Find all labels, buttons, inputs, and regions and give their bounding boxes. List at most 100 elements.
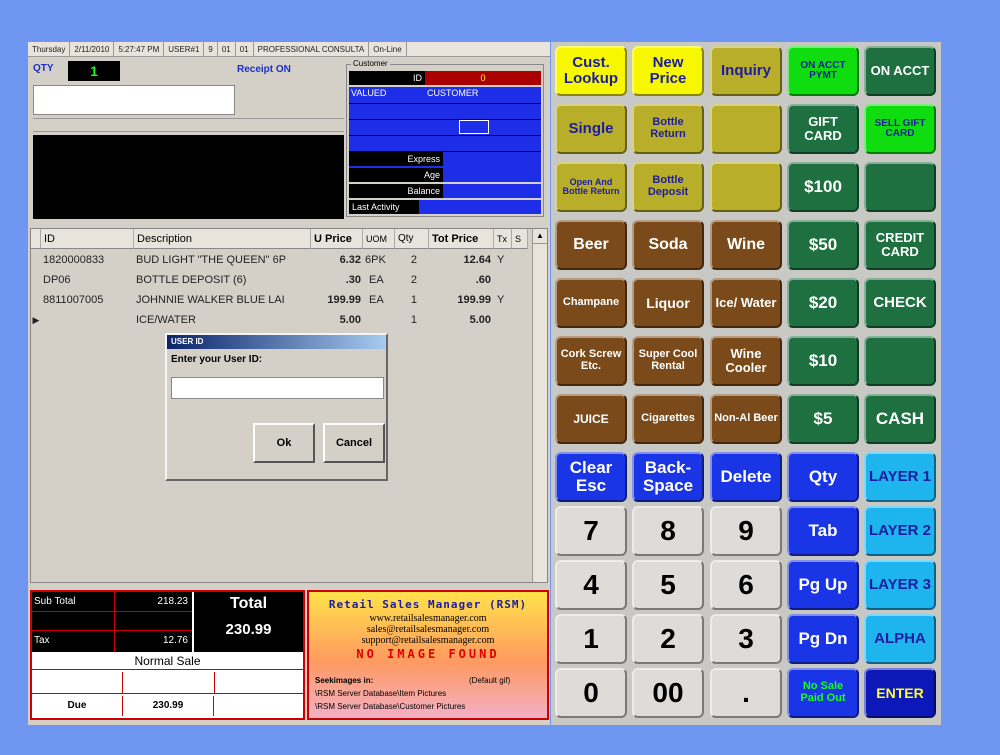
balance-value [443, 184, 541, 198]
cash-button[interactable]: CASH [864, 394, 936, 444]
layer-3-button[interactable]: LAYER 3 [864, 560, 936, 610]
table-cell-id: DP06 [43, 274, 71, 286]
new-price-button[interactable]: New Price [632, 46, 704, 96]
customer-name-2: CUSTOMER [427, 88, 479, 98]
digit-6-button[interactable]: 6 [710, 560, 782, 610]
cust-lookup-button[interactable]: Cust. Lookup [555, 46, 627, 96]
digit-9-button[interactable]: 9 [710, 506, 782, 556]
tab-button[interactable]: Tab [787, 506, 859, 556]
on-acct-pymt-button[interactable]: ON ACCT PYMT [787, 46, 859, 96]
page-down-button[interactable]: Pg Dn [787, 614, 859, 664]
credit-card-button[interactable]: CREDIT CARD [864, 220, 936, 270]
ok-button[interactable]: Ok [253, 423, 315, 463]
scan-input[interactable] [33, 85, 235, 115]
enter-button[interactable]: ENTER [864, 668, 936, 718]
alpha-button[interactable]: ALPHA [864, 614, 936, 664]
non-al-beer-button[interactable]: Non-Al Beer [710, 394, 782, 444]
digit-7-button[interactable]: 7 [555, 506, 627, 556]
juice-button[interactable]: JUICE [555, 394, 627, 444]
digit-4-button[interactable]: 4 [555, 560, 627, 610]
blank-green-button-2[interactable] [864, 336, 936, 386]
customer-panel-label: Customer [351, 59, 390, 68]
qty-display: 1 [68, 61, 120, 81]
champane-button[interactable]: Champane [555, 278, 627, 328]
table-cell-uprice: 6.32 [339, 254, 361, 266]
grid-line [349, 135, 541, 136]
backspace-button[interactable]: Back-Space [632, 452, 704, 502]
sell-gift-card-button[interactable]: SELL GIFT CARD [864, 104, 936, 154]
liquor-button[interactable]: Liquor [632, 278, 704, 328]
cash-5-button[interactable]: $5 [787, 394, 859, 444]
wine-button[interactable]: Wine [710, 220, 782, 270]
qty-label: QTY [33, 63, 54, 74]
qty-button[interactable]: Qty [787, 452, 859, 502]
beer-button[interactable]: Beer [555, 220, 627, 270]
status-user: USER#1 [164, 42, 205, 56]
ice-water-button[interactable]: Ice/ Water [710, 278, 782, 328]
inquiry-button[interactable]: Inquiry [710, 46, 782, 96]
table-cell-description: ICE/WATER [136, 314, 196, 326]
digit-0-button[interactable]: 0 [555, 668, 627, 718]
col-header-tx[interactable]: Tx [494, 229, 512, 249]
check-button[interactable]: CHECK [864, 278, 936, 328]
scroll-up-icon[interactable]: ▲ [533, 229, 547, 244]
on-acct-button[interactable]: ON ACCT [864, 46, 936, 96]
col-header-qty[interactable]: Qty [395, 229, 429, 249]
col-header-id[interactable]: ID [41, 229, 134, 249]
cash-20-button[interactable]: $20 [787, 278, 859, 328]
digit-8-button[interactable]: 8 [632, 506, 704, 556]
blank-green-button-1[interactable] [864, 162, 936, 212]
layer-1-button[interactable]: LAYER 1 [864, 452, 936, 502]
info-support-email: support@retailsalesmanager.com [361, 635, 495, 646]
table-cell-id: 1820000833 [43, 254, 105, 266]
cash-50-button[interactable]: $50 [787, 220, 859, 270]
col-header-s[interactable]: S [512, 229, 528, 249]
current-row-arrow-icon: ▶ [32, 315, 40, 325]
soda-button[interactable]: Soda [632, 220, 704, 270]
cigarettes-button[interactable]: Cigarettes [632, 394, 704, 444]
cancel-button[interactable]: Cancel [323, 423, 385, 463]
table-cell-id [43, 310, 133, 330]
totals-divider [114, 592, 115, 652]
col-header-uom[interactable]: UOM [363, 229, 395, 249]
wine-cooler-button[interactable]: Wine Cooler [710, 336, 782, 386]
table-cell-tx: Y [497, 254, 505, 266]
balance-label: Balance [349, 184, 443, 198]
col-header-description[interactable]: Description [134, 229, 311, 249]
single-button[interactable]: Single [555, 104, 627, 154]
status-bar: Thursday 2/11/2010 5:27:47 PM USER#1 9 0… [28, 42, 550, 57]
grid-scrollbar[interactable]: ▲ [532, 229, 547, 582]
delete-button[interactable]: Delete [710, 452, 782, 502]
tax-label: Tax [34, 635, 50, 646]
table-cell-uprice: 5.00 [339, 314, 361, 326]
table-cell-uprice: .30 [345, 274, 361, 286]
digit-1-button[interactable]: 1 [555, 614, 627, 664]
digit-3-button[interactable]: 3 [710, 614, 782, 664]
gift-card-button[interactable]: GIFT CARD [787, 104, 859, 154]
cork-screw-button[interactable]: Cork Screw Etc. [555, 336, 627, 386]
col-header-totprice[interactable]: Tot Price [429, 229, 494, 249]
digit-2-button[interactable]: 2 [632, 614, 704, 664]
bottle-return-button[interactable]: Bottle Return [632, 104, 704, 154]
digit-5-button[interactable]: 5 [632, 560, 704, 610]
receipt-status-label: Receipt ON [237, 64, 291, 75]
super-cool-rental-button[interactable]: Super Cool Rental [632, 336, 704, 386]
totals-divider [32, 611, 192, 612]
blank-olive-button-2[interactable] [710, 162, 782, 212]
open-bottle-return-button[interactable]: Open And Bottle Return [555, 162, 627, 212]
double-zero-button[interactable]: 00 [632, 668, 704, 718]
blank-olive-button-1[interactable] [710, 104, 782, 154]
table-cell-description: BUD LIGHT "THE QUEEN" 6P [136, 254, 287, 266]
table-cell-totprice: 199.99 [457, 294, 491, 306]
user-id-input[interactable] [171, 377, 384, 399]
cash-100-button[interactable]: $100 [787, 162, 859, 212]
col-header-uprice[interactable]: U Price [311, 229, 363, 249]
layer-2-button[interactable]: LAYER 2 [864, 506, 936, 556]
cash-10-button[interactable]: $10 [787, 336, 859, 386]
clear-esc-button[interactable]: Clear Esc [555, 452, 627, 502]
no-sale-paid-out-button[interactable]: No Sale Paid Out [787, 668, 859, 718]
page-up-button[interactable]: Pg Up [787, 560, 859, 610]
bottle-deposit-button[interactable]: Bottle Deposit [632, 162, 704, 212]
decimal-point-button[interactable]: . [710, 668, 782, 718]
due-value: 230.99 [122, 696, 214, 716]
